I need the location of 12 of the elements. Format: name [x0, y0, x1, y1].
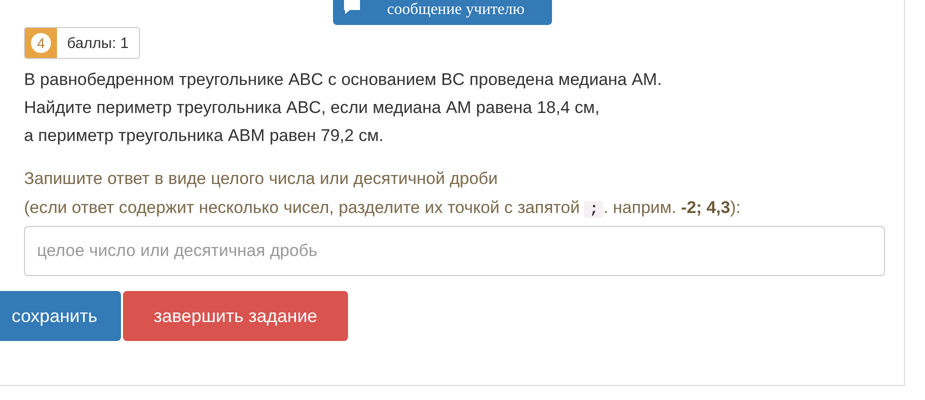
points-label: баллы: 1	[66, 34, 130, 54]
question-text: В равнобедренном треугольнике ABC с основанием BC проведена медиана AM.	[24, 69, 663, 91]
hint-text: (если ответ содержит несколько чисел, разделите их точкой с запятой ; . наприм. -2; 4,3):	[24, 197, 742, 220]
finish-task-button[interactable]: завершить задание	[123, 291, 348, 341]
answer-field[interactable]: целое число или десятичная дробь	[24, 226, 885, 276]
instruction-text: Запишите ответ в виде целого числа или десятичной дроби	[24, 168, 499, 190]
task-number: 4	[31, 33, 51, 53]
question-text: а периметр треугольника ABM равен 79,2 см.	[24, 125, 384, 147]
speech-bubble-icon	[343, 0, 361, 15]
save-button[interactable]: сохранить	[0, 291, 121, 341]
question-text: Найдите периметр треугольника ABC, если медиана AM равена 18,4 см,	[24, 97, 601, 119]
message-teacher-button[interactable]: сообщение учителю	[333, 0, 552, 25]
